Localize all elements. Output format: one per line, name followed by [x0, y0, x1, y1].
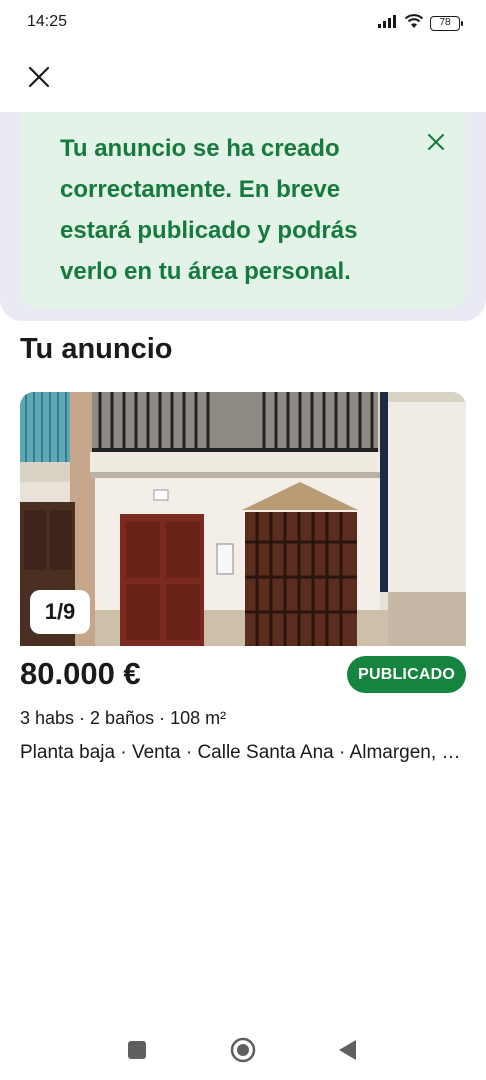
battery-level: 78	[439, 16, 451, 28]
listing-price: 80.000 €	[20, 656, 141, 691]
listing-address: Planta baja · Venta · Calle Santa Ana · …	[20, 742, 466, 763]
status-badge: PUBLICADO	[347, 656, 466, 693]
success-banner: Tu anuncio se ha creado correctamente. E…	[20, 112, 466, 308]
home-button[interactable]	[227, 1034, 259, 1066]
recents-icon	[128, 1041, 146, 1059]
wifi-icon	[404, 13, 424, 34]
close-icon	[28, 66, 50, 88]
photo-counter: 1/9	[30, 590, 90, 634]
battery-icon: 78	[430, 15, 463, 31]
back-button[interactable]	[332, 1034, 364, 1066]
signal-icon	[378, 14, 398, 33]
status-time: 14:25	[27, 13, 68, 30]
section-title: Tu anuncio	[20, 333, 173, 365]
back-icon	[339, 1040, 356, 1060]
system-nav-bar	[0, 1020, 486, 1080]
banner-backdrop: Tu anuncio se ha creado correctamente. E…	[0, 112, 486, 321]
listing-features: 3 habs · 2 baños · 108 m²	[20, 708, 227, 728]
recents-button[interactable]	[121, 1034, 153, 1066]
banner-message: Tu anuncio se ha creado correctamente. E…	[60, 135, 358, 285]
listing-photo[interactable]: 1/9	[20, 392, 466, 646]
status-icons: 78	[378, 13, 463, 34]
close-icon	[428, 134, 444, 150]
close-button[interactable]	[22, 60, 56, 94]
banner-close-button[interactable]	[424, 130, 448, 154]
home-icon	[230, 1037, 256, 1063]
status-bar: 14:25 78	[0, 0, 486, 46]
